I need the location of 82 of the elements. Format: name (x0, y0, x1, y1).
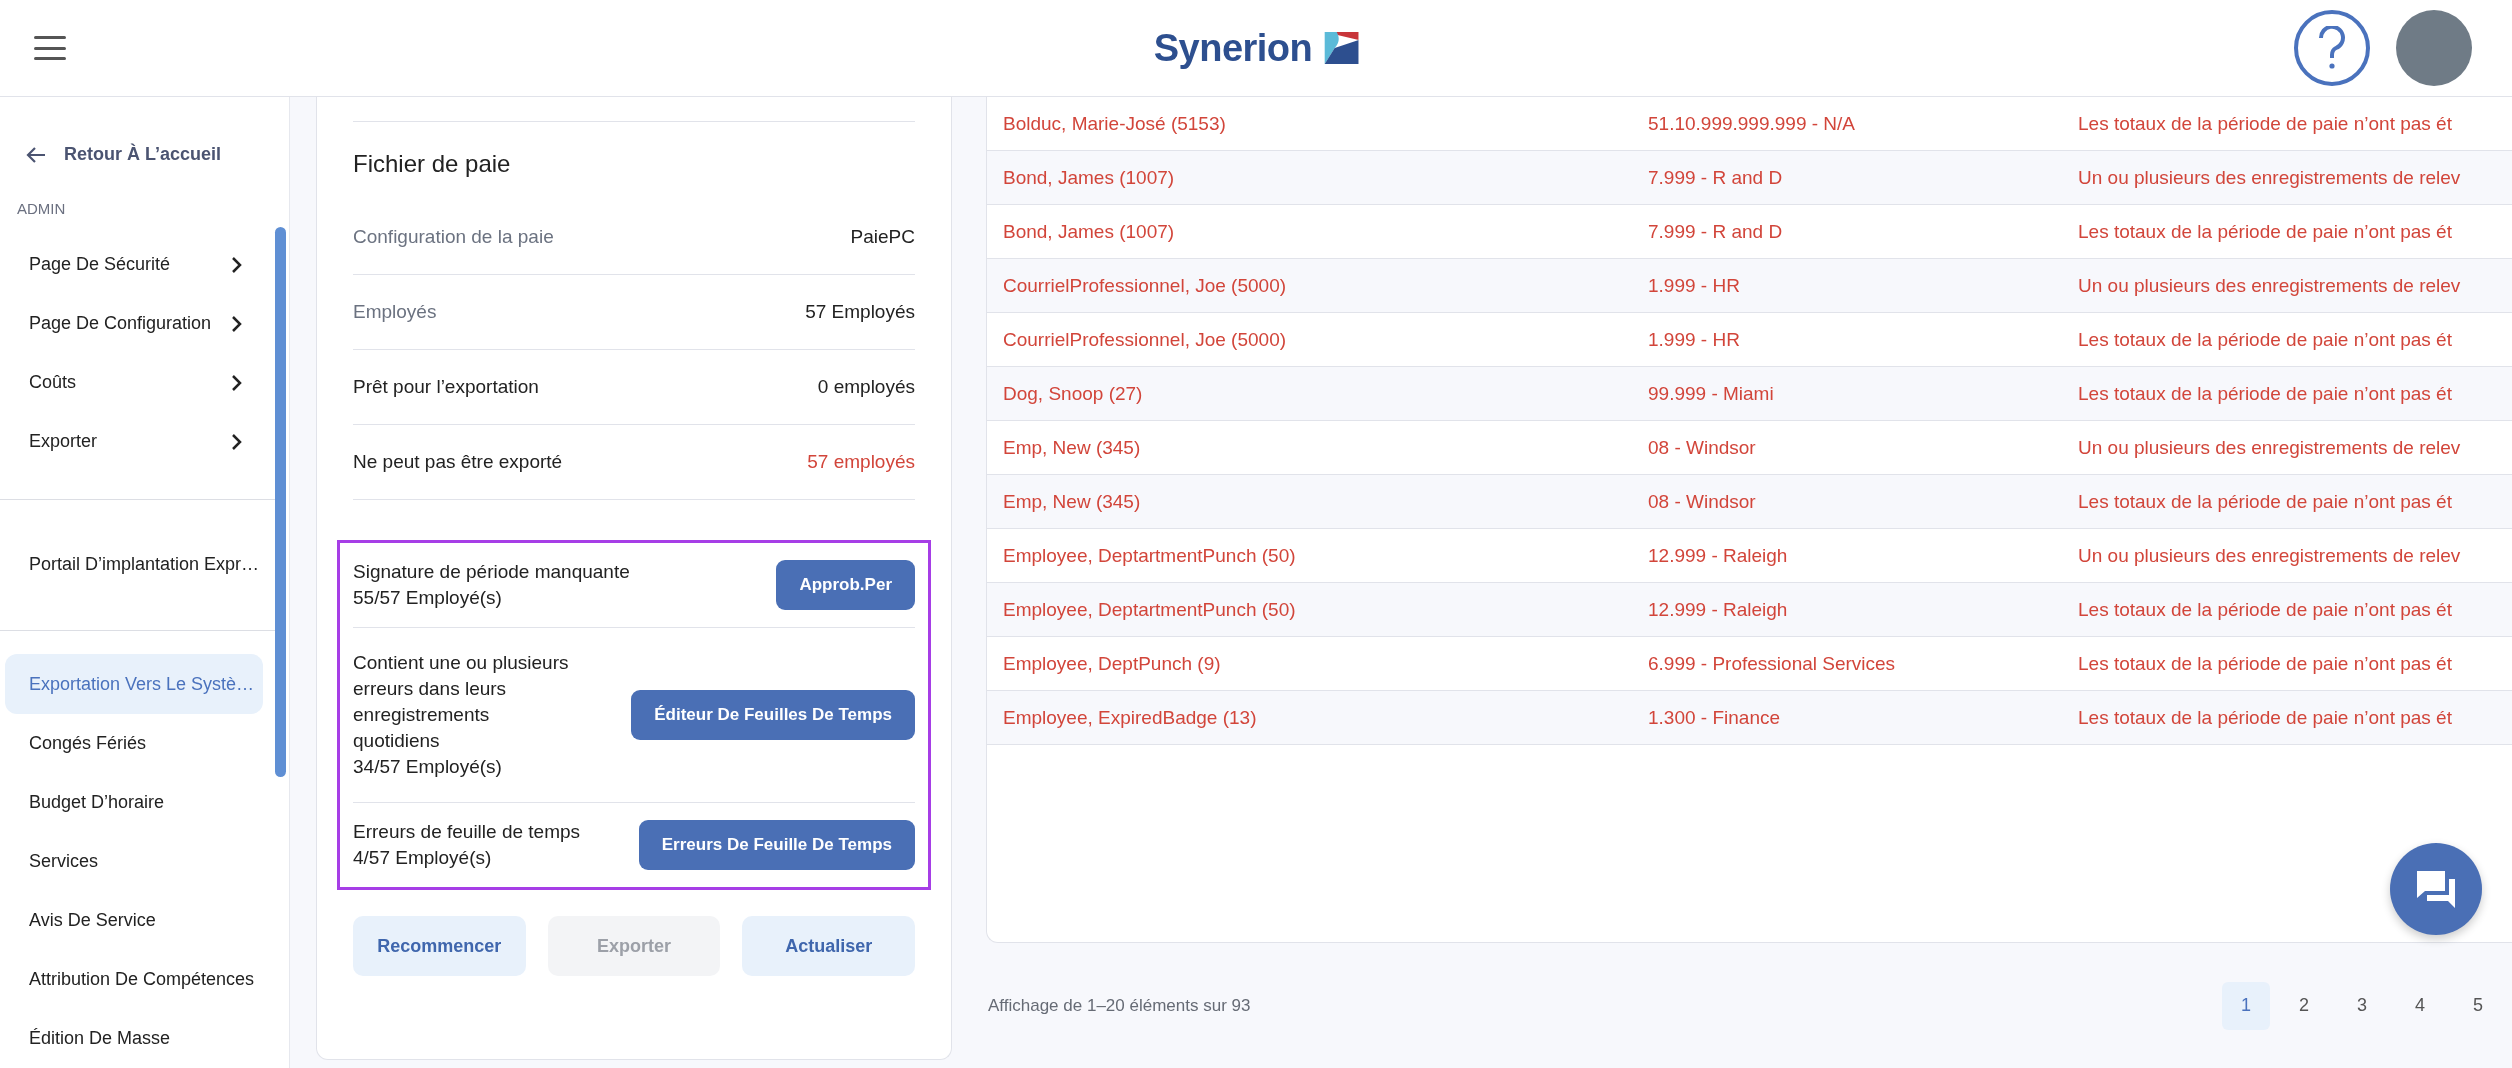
table-cell-text: Les totaux de la période de paie n’ont pas ét (2078, 328, 2453, 351)
action-button[interactable]: Actualiser (742, 916, 915, 976)
table-cell-text: Un ou plusieurs des enregistrements de relev (2078, 166, 2462, 189)
summary-value: 0 employés (817, 376, 915, 398)
summary-label: Prêt pour l’exportation (353, 376, 539, 398)
table-cell-text: Employee, DeptPunch (9) (1003, 652, 1222, 675)
page-button[interactable]: 5 (2454, 981, 2502, 1030)
sidebar-item[interactable]: Budget D’horaire (5, 772, 263, 832)
issue-text: Contient une ou plusieurs erreurs dans leurs enregistrements quotidiens 34/57 Employé(s) (353, 651, 569, 779)
scrollbar-thumb[interactable] (275, 227, 286, 777)
table-cell-text: Un ou plusieurs des enregistrements de relev (2078, 436, 2462, 459)
chevron-right-icon (231, 432, 243, 451)
sidebar-item[interactable]: Exporter (5, 412, 263, 472)
table-cell-text: Emp, New (345) (1003, 490, 1142, 513)
chevron-right-icon (231, 255, 243, 274)
table-cell-text: 99.999 - Miami (1648, 382, 1775, 405)
issue-action-button[interactable]: Erreurs De Feuille De Temps (638, 820, 915, 870)
table-cell-text: 12.999 - Raleigh (1648, 598, 1789, 621)
table-cell-text: 1.999 - HR (1648, 328, 1741, 351)
sidebar-item[interactable]: Portail D’implantation Expr… (5, 535, 263, 595)
chat-bubbles-icon (2415, 869, 2457, 909)
pagination-summary: Affichage de 1–20 éléments sur 93 (988, 995, 1251, 1016)
summary-label: Configuration de la paie (353, 226, 554, 248)
table-cell-text: Bond, James (1007) (1003, 220, 1176, 243)
page-button[interactable]: 4 (2396, 981, 2444, 1030)
table-cell-text: Les totaux de la période de paie n’ont pas ét (2078, 598, 2453, 621)
table-cell-text: Les totaux de la période de paie n’ont pas ét (2078, 706, 2453, 729)
table-cell-text: 7.999 - R and D (1648, 166, 1784, 189)
sidebar-item[interactable]: Page De Sécurité (5, 235, 263, 295)
issue-action-button[interactable]: Éditeur De Feuilles De Temps (631, 690, 915, 740)
sidebar-item[interactable]: Édition De Masse (5, 1008, 263, 1068)
table-cell-text: Bond, James (1007) (1003, 166, 1176, 189)
table-cell-text: CourrielProfessionnel, Joe (5000) (1003, 274, 1288, 297)
sidebar-item[interactable]: Page De Configuration (5, 294, 263, 354)
sidebar-item[interactable]: Exportation Vers Le Systè… (5, 654, 263, 714)
table-cell-text: Les totaux de la période de paie n’ont pas ét (2078, 652, 2453, 675)
table-cell-text: Emp, New (345) (1003, 436, 1142, 459)
logo-wordmark: Synerion (1153, 26, 1313, 70)
issue-action-button[interactable]: Approb.Per (776, 560, 915, 610)
table-cell-text: 08 - Windsor (1648, 436, 1757, 459)
summary-value: 57 Employés (805, 301, 915, 323)
question-mark-icon (2318, 26, 2346, 70)
table-cell-text: Dog, Snoop (27) (1003, 382, 1144, 405)
table-cell-text: 6.999 - Professional Services (1648, 652, 1897, 675)
table-cell-text: Employee, DeptartmentPunch (50) (1003, 598, 1297, 621)
sidebar-item[interactable]: Avis De Service (5, 890, 263, 950)
sidebar-item[interactable]: Attribution De Compétences (5, 949, 263, 1009)
sidebar-item[interactable]: Congés Fériés (5, 713, 263, 773)
arrow-left-icon (26, 145, 46, 164)
table-cell-text: Un ou plusieurs des enregistrements de relev (2078, 544, 2462, 567)
chevron-right-icon (231, 373, 243, 392)
table-cell-text: Employee, ExpiredBadge (13) (1003, 706, 1258, 729)
table-cell-text: 08 - Windsor (1648, 490, 1757, 513)
table-cell-text: Les totaux de la période de paie n’ont pas ét (2078, 382, 2453, 405)
section-label: ADMIN (16, 200, 67, 218)
card-title: Fichier de paie (353, 121, 915, 200)
table-cell-text: 1.300 - Finance (1648, 706, 1782, 729)
issue-text: Erreurs de feuille de temps 4/57 Employé(s) (353, 820, 581, 870)
table-cell-text: 7.999 - R and D (1648, 220, 1784, 243)
summary-label: Ne peut pas être exporté (353, 451, 563, 473)
table-cell-text: CourrielProfessionnel, Joe (5000) (1003, 328, 1288, 351)
table-cell-text: 51.10.999.999.999 - N/A (1648, 112, 1857, 135)
table-cell-text: Les totaux de la période de paie n’ont pas ét (2078, 490, 2453, 513)
page-button[interactable]: 2 (2280, 981, 2328, 1030)
page-button[interactable]: 3 (2338, 981, 2386, 1030)
table-cell-text: 12.999 - Raleigh (1648, 544, 1789, 567)
table-cell-text: Les totaux de la période de paie n’ont pas ét (2078, 112, 2453, 135)
action-button[interactable]: Recommencer (353, 916, 526, 976)
table-cell-text: Bolduc, Marie-José (5153) (1003, 112, 1227, 135)
table-cell-text: 1.999 - HR (1648, 274, 1741, 297)
table-cell-text: Les totaux de la période de paie n’ont pas ét (2078, 220, 2453, 243)
table-cell-text: Employee, DeptartmentPunch (50) (1003, 544, 1297, 567)
summary-label: Employés (353, 301, 437, 323)
sidebar-item[interactable]: Coûts (5, 353, 263, 413)
table-cell-text: Un ou plusieurs des enregistrements de relev (2078, 274, 2462, 297)
sidebar-item[interactable]: Services (5, 831, 263, 891)
chevron-right-icon (231, 314, 243, 333)
summary-value: PaiePC (850, 226, 915, 248)
page-button[interactable]: 1 (2222, 981, 2270, 1030)
back-link[interactable]: Retour À L’accueil (0, 133, 289, 177)
issue-text: Signature de période manquante 55/57 Employé(s) (353, 560, 630, 610)
summary-value: 57 employés (807, 451, 915, 473)
